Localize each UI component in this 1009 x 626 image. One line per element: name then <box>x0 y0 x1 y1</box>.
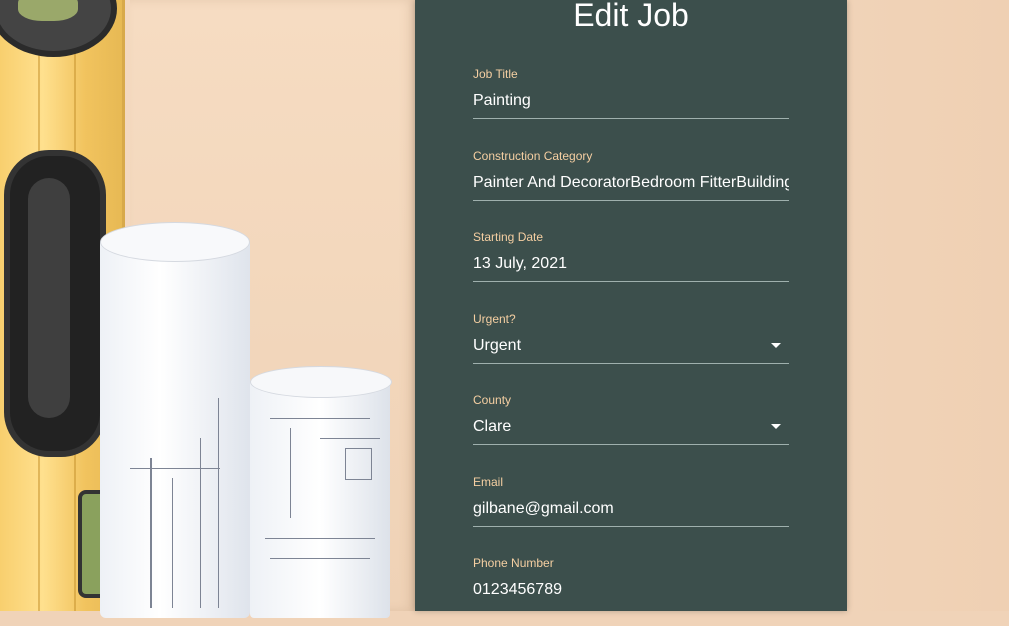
level-handle <box>4 150 106 457</box>
email-input[interactable]: gilbane@gmail.com <box>473 497 789 521</box>
blueprint-roll <box>100 238 250 618</box>
start-date-field: Starting Date 13 July, 2021 <box>473 230 789 300</box>
urgent-select[interactable]: Urgent <box>473 334 789 358</box>
start-date-label: Starting Date <box>473 230 544 244</box>
job-title-input[interactable]: Painting <box>473 89 789 113</box>
field-underline <box>473 363 789 364</box>
field-underline <box>473 444 789 445</box>
field-underline <box>473 526 789 527</box>
blueprint-roll-top <box>100 222 250 262</box>
level-vial-round <box>0 0 117 57</box>
county-label: County <box>473 393 512 407</box>
field-underline <box>473 281 789 282</box>
urgent-label: Urgent? <box>473 312 516 326</box>
phone-label: Phone Number <box>473 556 554 570</box>
county-select[interactable]: Clare <box>473 415 789 439</box>
category-field: Construction Category Painter And Decora… <box>473 149 789 219</box>
category-label: Construction Category <box>473 149 593 163</box>
category-input[interactable]: Painter And DecoratorBedroom FitterBuild… <box>473 171 789 195</box>
blueprint-roll <box>250 378 390 618</box>
chevron-down-icon[interactable] <box>771 424 781 429</box>
edit-job-form: Edit Job Job Title Painting Construction… <box>415 0 847 611</box>
county-field: County Clare <box>473 393 789 463</box>
phone-input[interactable]: 0123456789 <box>473 578 789 602</box>
job-title-field: Job Title Painting <box>473 67 789 137</box>
urgent-field: Urgent? Urgent <box>473 312 789 382</box>
job-title-label: Job Title <box>473 67 518 81</box>
form-title: Edit Job <box>573 0 689 33</box>
email-label: Email <box>473 475 504 489</box>
phone-field: Phone Number 0123456789 <box>473 556 789 626</box>
chevron-down-icon[interactable] <box>771 343 781 348</box>
field-underline <box>473 118 789 119</box>
start-date-input[interactable]: 13 July, 2021 <box>473 252 789 276</box>
email-field: Email gilbane@gmail.com <box>473 475 789 545</box>
field-underline <box>473 200 789 201</box>
blueprint-roll-top <box>250 366 392 398</box>
